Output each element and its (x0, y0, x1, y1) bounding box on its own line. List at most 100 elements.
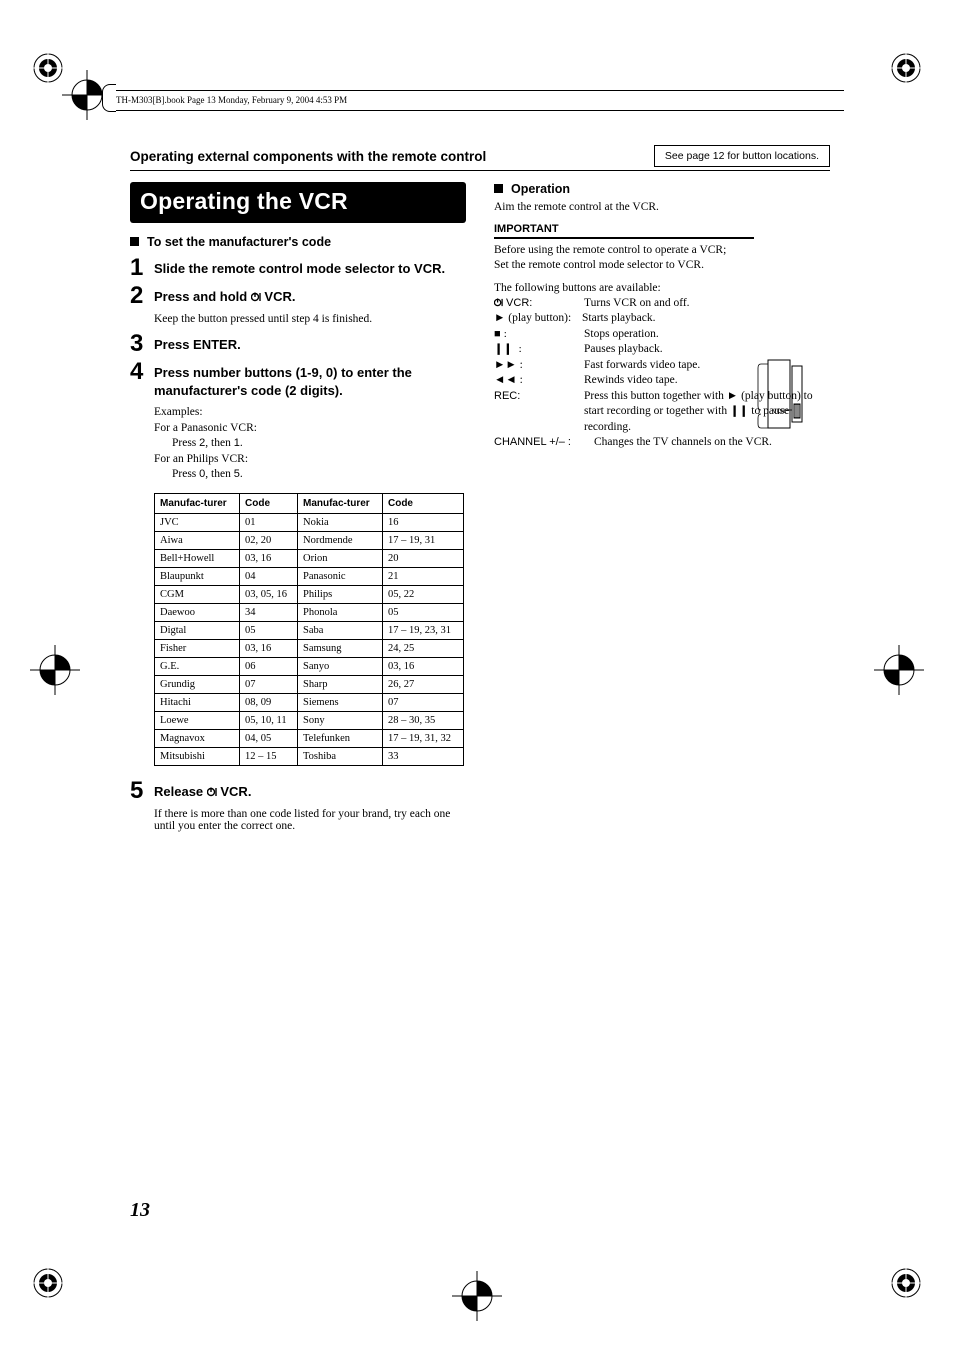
table-cell: Mitsubishi (155, 747, 240, 765)
important-label: IMPORTANT (494, 223, 830, 235)
ex-then-a: , then (205, 437, 233, 449)
crop-mark-bottom-right (888, 1265, 924, 1301)
example-panasonic: For a Panasonic VCR: (154, 421, 466, 437)
section-divider (130, 170, 830, 171)
step-5a: Release (154, 784, 207, 799)
important-body: Before using the remote control to opera… (494, 243, 754, 273)
step-num-4: 4 (130, 361, 148, 383)
example-philips-keys: Press 0, then 5. (172, 467, 466, 483)
table-cell: 21 (382, 567, 463, 585)
section-title: Operating external components with the r… (130, 149, 486, 164)
th-code-1: Code (240, 493, 298, 513)
table-cell: Digtal (155, 621, 240, 639)
table-cell: Nokia (297, 513, 382, 531)
table-cell: Hitachi (155, 693, 240, 711)
step-1-text: Slide the remote control mode selector t… (154, 257, 445, 278)
table-cell: Blaupunkt (155, 567, 240, 585)
step-4-text: Press number buttons (1-9, 0) to enter t… (154, 361, 466, 399)
step-5-sub: If there is more than one code listed fo… (154, 808, 466, 832)
channel-desc: Changes the TV channels on the VCR. (594, 435, 830, 451)
table-cell: 07 (240, 675, 298, 693)
table-cell: Nordmende (297, 531, 382, 549)
btn-row-power: VCR: Turns VCR on and off. (494, 296, 830, 312)
table-cell: Orion (297, 549, 382, 567)
header-rule-top (110, 90, 844, 91)
table-cell: 33 (382, 747, 463, 765)
rec-d1: Press this button together with (584, 390, 727, 402)
table-row: Digtal05Saba17 – 19, 23, 31 (155, 621, 464, 639)
table-cell: 20 (382, 549, 463, 567)
power-desc: Turns VCR on and off. (584, 296, 830, 312)
table-cell: 12 – 15 (240, 747, 298, 765)
example-philips: For an Philips VCR: (154, 452, 466, 468)
step-num-3: 3 (130, 333, 148, 355)
page-number: 13 (130, 1199, 150, 1222)
registration-mark-right (874, 645, 924, 695)
th-code-2: Code (382, 493, 463, 513)
step-num-1: 1 (130, 257, 148, 279)
crop-mark-top-left (30, 50, 66, 86)
table-cell: JVC (155, 513, 240, 531)
table-row: Loewe05, 10, 11Sony28 – 30, 35 (155, 711, 464, 729)
table-cell: Bell+Howell (155, 549, 240, 567)
table-row: Magnavox04, 05Telefunken17 – 19, 31, 32 (155, 729, 464, 747)
step-2: 2 Press and hold VCR. (130, 285, 466, 307)
table-cell: CGM (155, 585, 240, 603)
table-row: CGM03, 05, 16Philips05, 22 (155, 585, 464, 603)
btn-row-stop: ■ : Stops operation. (494, 327, 830, 343)
pause-symbol: ❙❙ : (494, 342, 584, 358)
crop-mark-top-right (888, 50, 924, 86)
right-column: Operation Aim the remote control at the … (494, 182, 830, 840)
operation-head: Operation (494, 182, 830, 196)
btn-row-channel: CHANNEL +/– : Changes the TV channels on… (494, 435, 830, 451)
play-lbl: (play button): (505, 312, 571, 324)
ex-then-b: , then (205, 468, 233, 480)
th-manufacturer-1: Manufac-turer (155, 493, 240, 513)
standby-icon (494, 298, 503, 307)
table-cell: 01 (240, 513, 298, 531)
table-cell: Phonola (297, 603, 382, 621)
important-rule (494, 237, 754, 239)
table-cell: 26, 27 (382, 675, 463, 693)
step-num-2: 2 (130, 285, 148, 307)
table-row: Fisher03, 16Samsung24, 25 (155, 639, 464, 657)
step-5b: VCR. (217, 784, 252, 799)
table-cell: Daewoo (155, 603, 240, 621)
table-cell: 05 (240, 621, 298, 639)
play-desc: Starts playback. (582, 311, 830, 327)
table-row: Hitachi08, 09Siemens07 (155, 693, 464, 711)
table-cell: Loewe (155, 711, 240, 729)
example-panasonic-keys: Press 2, then 1. (172, 436, 466, 452)
step-3: 3 Press ENTER. (130, 333, 466, 355)
aim-text: Aim the remote control at the VCR. (494, 200, 830, 215)
table-cell: 24, 25 (382, 639, 463, 657)
ex-press-b: Press (172, 468, 199, 480)
table-cell: Fisher (155, 639, 240, 657)
table-cell: 03, 05, 16 (240, 585, 298, 603)
table-cell: Samsung (297, 639, 382, 657)
table-cell: G.E. (155, 657, 240, 675)
table-cell: Sony (297, 711, 382, 729)
examples-title: Examples: (154, 405, 466, 421)
table-cell: 06 (240, 657, 298, 675)
step-5-text: Release VCR. (154, 780, 251, 801)
table-row: Daewoo34Phonola05 (155, 603, 464, 621)
table-cell: 07 (382, 693, 463, 711)
table-row: JVC01Nokia16 (155, 513, 464, 531)
imp-line1: Before using the remote control to opera… (494, 244, 726, 256)
table-cell: 04, 05 (240, 729, 298, 747)
imp-line2b: VCR (677, 259, 701, 271)
examples-block: Examples: For a Panasonic VCR: Press 2, … (154, 405, 466, 483)
table-cell: Siemens (297, 693, 382, 711)
table-cell: Saba (297, 621, 382, 639)
imp-line2a: Set the remote control mode selector to (494, 259, 677, 271)
step-2-text: Press and hold VCR. (154, 285, 295, 306)
table-cell: 17 – 19, 23, 31 (382, 621, 463, 639)
set-code-subhead: To set the manufacturer's code (130, 235, 466, 249)
step-2-sub: Keep the button pressed until step 4 is … (154, 313, 466, 325)
table-row: Aiwa02, 20Nordmende17 – 19, 31 (155, 531, 464, 549)
power-symbol: VCR: (494, 296, 584, 312)
stop-symbol: ■ : (494, 327, 584, 343)
table-cell: Toshiba (297, 747, 382, 765)
rew-symbol: ◄◄ : (494, 373, 584, 389)
